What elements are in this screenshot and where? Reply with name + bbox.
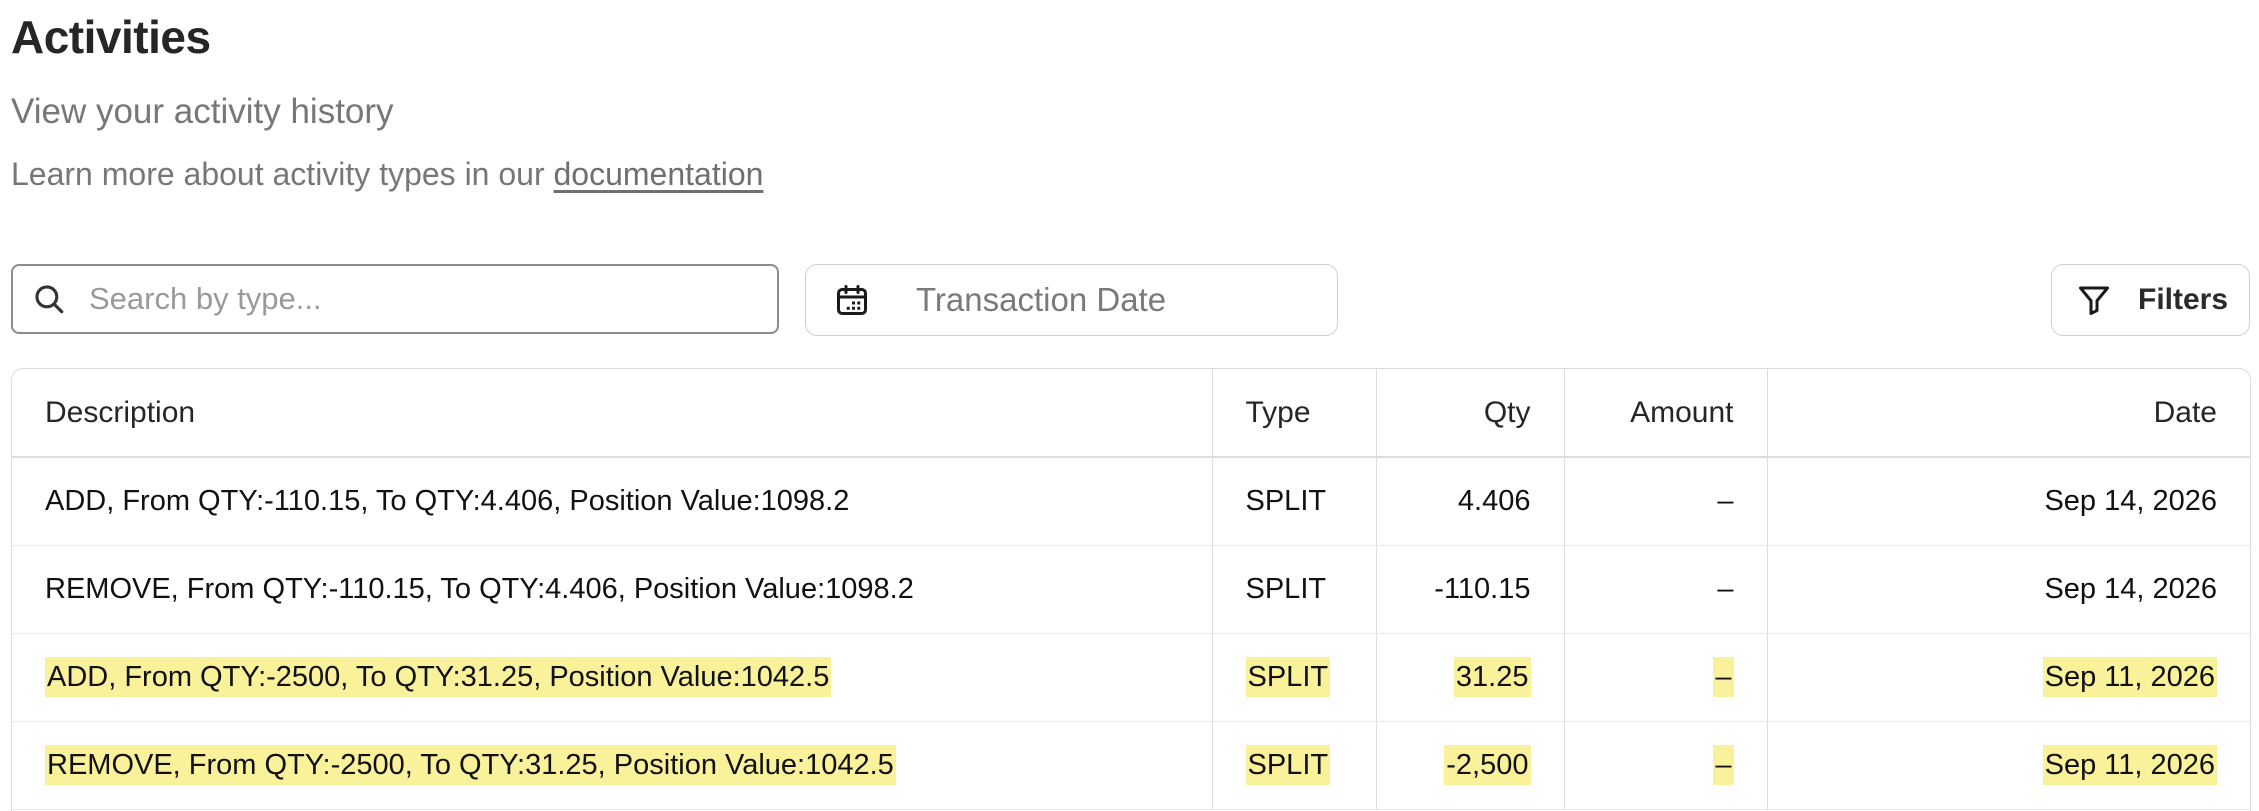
cell-date: Sep 11, 2026: [1766, 633, 2250, 722]
type-text: SPLIT: [1245, 484, 1327, 517]
description-text: ADD, From QTY:-110.15, To QTY:4.406, Pos…: [45, 484, 850, 517]
transaction-date-label: Transaction Date: [916, 281, 1167, 318]
type-text: SPLIT: [1245, 572, 1327, 605]
cell-amount: –: [1563, 457, 1767, 546]
table-row[interactable]: REMOVE, From QTY:-110.15, To QTY:4.406, …: [12, 545, 2250, 634]
column-header-description[interactable]: Description: [12, 369, 1212, 458]
cell-type: SPLIT: [1211, 721, 1376, 810]
cell-qty: 4.406: [1375, 457, 1564, 546]
date-text: Sep 11, 2026: [2042, 744, 2217, 785]
amount-text: –: [1717, 484, 1734, 517]
qty-text: -2,500: [1444, 744, 1531, 785]
date-text: Sep 11, 2026: [2042, 656, 2217, 697]
learn-more-text: Learn more about activity types in our d…: [11, 156, 763, 193]
type-text: SPLIT: [1245, 744, 1331, 785]
transaction-date-button[interactable]: Transaction Date: [805, 264, 1338, 336]
filters-button[interactable]: Filters: [2051, 264, 2250, 336]
column-header-amount[interactable]: Amount: [1563, 369, 1767, 458]
filter-icon: [2074, 280, 2114, 320]
cell-type: SPLIT: [1211, 545, 1376, 634]
table-row[interactable]: ADD, From QTY:-2500, To QTY:31.25, Posit…: [12, 633, 2250, 722]
amount-text: –: [1713, 744, 1734, 785]
cell-description: ADD, From QTY:-110.15, To QTY:4.406, Pos…: [12, 457, 1212, 546]
search-input[interactable]: [87, 280, 751, 318]
description-text: ADD, From QTY:-2500, To QTY:31.25, Posit…: [45, 656, 832, 697]
cell-type: SPLIT: [1211, 457, 1376, 546]
cell-amount: –: [1563, 545, 1767, 634]
qty-text: 4.406: [1457, 484, 1531, 517]
documentation-link[interactable]: documentation: [554, 156, 764, 192]
table-row[interactable]: ADD, From QTY:-110.15, To QTY:4.406, Pos…: [12, 457, 2250, 546]
date-text: Sep 14, 2026: [2044, 572, 2217, 605]
search-icon: [29, 279, 69, 319]
learn-more-prefix: Learn more about activity types in our: [11, 156, 554, 192]
activities-table: Description Type Qty Amount Date ADD, Fr…: [11, 368, 2251, 811]
description-text: REMOVE, From QTY:-2500, To QTY:31.25, Po…: [45, 744, 896, 785]
cell-amount: –: [1563, 721, 1767, 810]
cell-date: Sep 14, 2026: [1766, 545, 2250, 634]
column-header-date[interactable]: Date: [1766, 369, 2250, 458]
cell-qty: -110.15: [1375, 545, 1564, 634]
column-header-type[interactable]: Type: [1211, 369, 1376, 458]
page-title: Activities: [11, 11, 211, 63]
filters-label: Filters: [2138, 283, 2229, 316]
cell-qty: 31.25: [1375, 633, 1564, 722]
cell-description: ADD, From QTY:-2500, To QTY:31.25, Posit…: [12, 633, 1212, 722]
amount-text: –: [1717, 572, 1734, 605]
search-box[interactable]: [11, 264, 779, 334]
table-header-row: Description Type Qty Amount Date: [12, 369, 2250, 458]
cell-type: SPLIT: [1211, 633, 1376, 722]
cell-date: Sep 14, 2026: [1766, 457, 2250, 546]
table-row[interactable]: REMOVE, From QTY:-2500, To QTY:31.25, Po…: [12, 721, 2250, 810]
cell-qty: -2,500: [1375, 721, 1564, 810]
date-text: Sep 14, 2026: [2044, 484, 2217, 517]
cell-description: REMOVE, From QTY:-2500, To QTY:31.25, Po…: [12, 721, 1212, 810]
qty-text: -110.15: [1434, 572, 1531, 605]
column-header-qty[interactable]: Qty: [1375, 369, 1564, 458]
cell-description: REMOVE, From QTY:-110.15, To QTY:4.406, …: [12, 545, 1212, 634]
qty-text: 31.25: [1453, 656, 1531, 697]
calendar-icon: [832, 280, 872, 320]
type-text: SPLIT: [1245, 656, 1331, 697]
amount-text: –: [1713, 656, 1734, 697]
cell-amount: –: [1563, 633, 1767, 722]
description-text: REMOVE, From QTY:-110.15, To QTY:4.406, …: [45, 572, 914, 605]
cell-date: Sep 11, 2026: [1766, 721, 2250, 810]
page-subtitle: View your activity history: [11, 92, 394, 131]
